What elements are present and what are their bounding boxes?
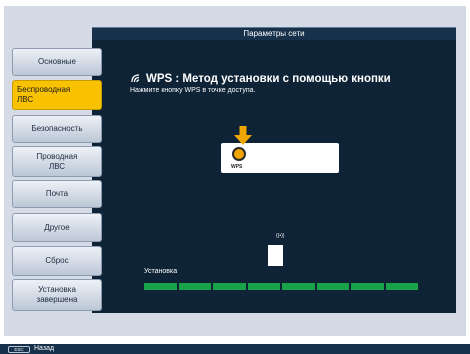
progress-segment <box>178 283 211 290</box>
wps-title-text: WPS : Метод установки с помощью кнопки <box>146 73 391 85</box>
wireless-icon <box>131 74 140 83</box>
wps-title: WPS : Метод установки с помощью кнопки <box>130 71 391 85</box>
wps-instruction: Нажмите кнопку WPS в точке доступа. <box>130 87 256 94</box>
signal-icon: ((•)) <box>276 233 285 239</box>
tab-label: Проводная ЛВС <box>36 151 78 171</box>
tab-label: Другое <box>44 222 70 232</box>
tab-wireless-lan[interactable]: Беспроводная ЛВС <box>12 80 102 110</box>
progress-segment <box>213 283 246 290</box>
progress-segment <box>282 283 315 290</box>
arrow-down-icon <box>234 126 252 145</box>
tab-label: Почта <box>45 189 69 198</box>
tab-label: Беспроводная ЛВС <box>17 85 71 104</box>
tab-label: Установка завершена <box>36 285 78 304</box>
install-label: Установка <box>144 268 178 275</box>
install-progress-bar <box>144 283 418 290</box>
tab-basic[interactable]: Основные <box>12 48 102 76</box>
tab-security[interactable]: Безопасность <box>12 115 102 143</box>
progress-segment <box>247 283 280 290</box>
tab-label: Безопасность <box>31 124 83 133</box>
window-title: Параметры сети <box>92 27 456 40</box>
tab-other[interactable]: Другое <box>12 213 102 242</box>
tab-mail[interactable]: Почта <box>12 180 102 208</box>
esc-key[interactable]: ESC <box>8 346 30 353</box>
footer-bar <box>0 344 470 354</box>
access-point-icon <box>268 245 283 266</box>
tab-label: Основные <box>38 57 76 66</box>
tab-reset[interactable]: Сброс <box>12 246 102 276</box>
tab-setup-complete[interactable]: Установка завершена <box>12 279 102 311</box>
tab-wired-lan[interactable]: Проводная ЛВС <box>12 146 102 177</box>
tab-label: Сброс <box>45 256 69 265</box>
back-button[interactable]: Назад <box>34 345 54 352</box>
progress-segment <box>351 283 384 290</box>
wps-button-icon <box>232 147 246 161</box>
progress-segment <box>144 283 177 290</box>
progress-segment <box>316 283 349 290</box>
wps-button-label: WPS <box>231 164 243 170</box>
progress-segment <box>385 283 418 290</box>
